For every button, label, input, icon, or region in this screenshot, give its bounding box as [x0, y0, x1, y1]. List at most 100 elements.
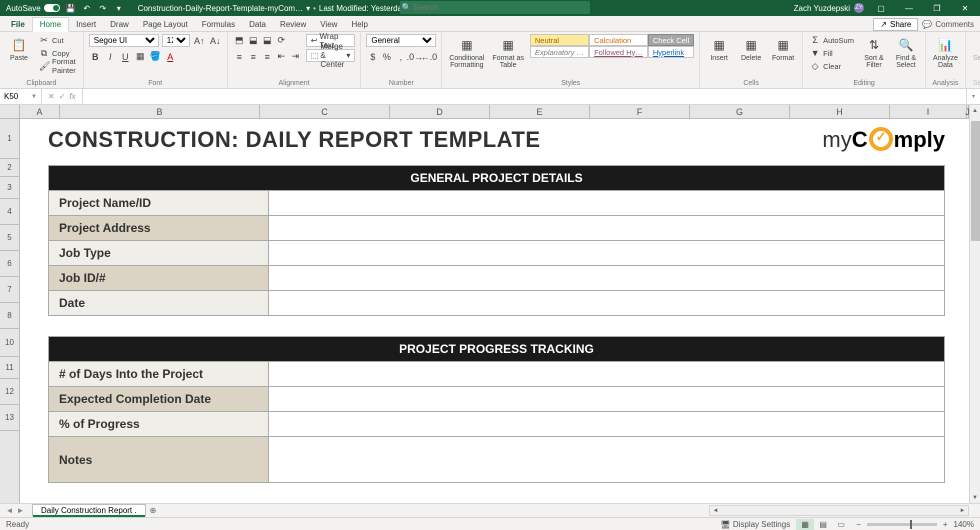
tab-help[interactable]: Help [344, 18, 374, 31]
zoom-level[interactable]: 140% [954, 520, 974, 529]
account-button[interactable]: Zach Yuzdepski ZY [794, 3, 864, 13]
italic-icon[interactable]: I [104, 50, 117, 63]
zoom-in-icon[interactable]: + [943, 520, 948, 529]
view-page-layout-icon[interactable]: ▤ [814, 519, 832, 530]
horizontal-scrollbar[interactable]: ◄► [709, 505, 969, 516]
ribbon-display-icon[interactable]: ▢ [870, 0, 892, 16]
scroll-left-icon[interactable]: ◄ [710, 508, 721, 514]
tab-file[interactable]: File [4, 18, 32, 31]
column-header[interactable]: G [690, 105, 790, 118]
new-sheet-icon[interactable]: ⊕ [150, 506, 157, 515]
indent-dec-icon[interactable]: ⇤ [275, 50, 288, 63]
font-size-select[interactable]: 12 [162, 34, 190, 47]
comments-button[interactable]: 💬Comments [922, 20, 974, 29]
row-header[interactable]: 11 [0, 357, 19, 379]
style-calculation[interactable]: Calculation [589, 34, 648, 46]
style-neutral[interactable]: Neutral [530, 34, 589, 46]
select-all-corner[interactable] [0, 105, 20, 119]
redo-icon[interactable]: ↷ [98, 3, 108, 13]
save-icon[interactable]: 💾 [66, 3, 76, 13]
view-normal-icon[interactable]: ▦ [796, 519, 814, 530]
column-headers[interactable]: ABCDEFGHIJ [20, 105, 969, 119]
paste-button[interactable]: 📋Paste [5, 34, 33, 64]
undo-icon[interactable]: ↶ [82, 3, 92, 13]
field-value[interactable] [269, 241, 945, 266]
column-header[interactable]: E [490, 105, 590, 118]
fill-color-icon[interactable]: 🪣 [149, 50, 162, 63]
merge-center-button[interactable]: ⬚Merge & Center▾ [306, 49, 356, 62]
decrease-decimal-icon[interactable]: ←.0 [422, 50, 435, 63]
decrease-font-icon[interactable]: A↓ [209, 34, 222, 47]
enter-fx-icon[interactable]: ✓ [59, 92, 66, 101]
field-value[interactable] [269, 412, 945, 437]
field-value[interactable] [269, 266, 945, 291]
search-box[interactable]: 🔍 [400, 1, 590, 14]
fx-icon[interactable]: fx [69, 92, 75, 101]
percent-icon[interactable]: % [380, 50, 393, 63]
row-header[interactable]: 12 [0, 379, 19, 405]
row-header[interactable]: 5 [0, 225, 19, 251]
row-header[interactable]: 2 [0, 159, 19, 177]
qat-customize-icon[interactable]: ▾ [114, 3, 124, 13]
scroll-down-icon[interactable]: ▼ [970, 492, 980, 503]
find-select-button[interactable]: 🔍Find & Select [892, 34, 920, 72]
tab-view[interactable]: View [313, 18, 344, 31]
view-page-break-icon[interactable]: ▭ [832, 519, 850, 530]
bold-icon[interactable]: B [89, 50, 102, 63]
style-hyperlink[interactable]: Hyperlink [648, 46, 694, 58]
zoom-slider[interactable] [867, 523, 937, 526]
conditional-formatting-button[interactable]: ▦Conditional Formatting [447, 34, 486, 72]
row-headers[interactable]: 1234567810111213 [0, 119, 20, 503]
scroll-thumb[interactable] [971, 121, 980, 241]
column-header[interactable]: A [20, 105, 60, 118]
zoom-out-icon[interactable]: − [856, 520, 861, 529]
comma-icon[interactable]: , [394, 50, 407, 63]
row-header[interactable]: 4 [0, 199, 19, 225]
align-bottom-icon[interactable]: ⬓ [261, 34, 274, 47]
close-icon[interactable]: ✕ [954, 0, 976, 16]
row-header[interactable]: 7 [0, 277, 19, 303]
border-icon[interactable]: ▦ [134, 50, 147, 63]
insert-cells-button[interactable]: ▦Insert [705, 34, 733, 64]
column-header[interactable]: B [60, 105, 260, 118]
row-header[interactable]: 8 [0, 303, 19, 329]
field-value[interactable] [269, 216, 945, 241]
chevron-down-icon[interactable]: ▼ [31, 94, 37, 100]
column-header[interactable]: F [590, 105, 690, 118]
increase-font-icon[interactable]: A↑ [193, 34, 206, 47]
minimize-icon[interactable]: — [898, 0, 920, 16]
format-as-table-button[interactable]: ▦Format as Table [490, 34, 526, 72]
align-center-icon[interactable]: ≡ [247, 50, 260, 63]
fill-button[interactable]: ▼Fill [808, 47, 856, 59]
tab-page-layout[interactable]: Page Layout [136, 18, 195, 31]
font-color-icon[interactable]: A [164, 50, 177, 63]
field-value[interactable] [269, 362, 945, 387]
clear-button[interactable]: ◇Clear [808, 60, 856, 72]
indent-inc-icon[interactable]: ⇥ [289, 50, 302, 63]
number-format-select[interactable]: General [366, 34, 436, 47]
column-header[interactable]: D [390, 105, 490, 118]
field-value[interactable] [269, 191, 945, 216]
sensitivity-button[interactable]: 🛡Sensitivity [971, 34, 980, 64]
field-value[interactable] [269, 291, 945, 316]
tab-draw[interactable]: Draw [103, 18, 136, 31]
search-input[interactable] [413, 3, 590, 12]
column-header[interactable]: I [890, 105, 967, 118]
field-value[interactable] [269, 437, 945, 483]
orientation-icon[interactable]: ⟳ [275, 34, 288, 47]
sheet-tab-active[interactable]: Daily Construction Report . [32, 504, 146, 516]
formula-bar-expand-icon[interactable]: ▾ [966, 89, 980, 104]
align-left-icon[interactable]: ≡ [233, 50, 246, 63]
increase-decimal-icon[interactable]: .0→ [408, 50, 421, 63]
tab-review[interactable]: Review [273, 18, 313, 31]
row-header[interactable]: 1 [0, 119, 19, 159]
style-explanatory[interactable]: Explanatory … [530, 46, 589, 58]
align-middle-icon[interactable]: ⬓ [247, 34, 260, 47]
cut-button[interactable]: ✂Cut [37, 34, 78, 46]
tab-insert[interactable]: Insert [69, 18, 103, 31]
format-cells-button[interactable]: ▦Format [769, 34, 797, 64]
cell-styles-gallery[interactable]: Neutral Calculation Check Cell Explanato… [530, 34, 694, 58]
align-right-icon[interactable]: ≡ [261, 50, 274, 63]
column-header[interactable]: C [260, 105, 390, 118]
tab-nav-prev-icon[interactable]: ◄ [6, 506, 14, 515]
